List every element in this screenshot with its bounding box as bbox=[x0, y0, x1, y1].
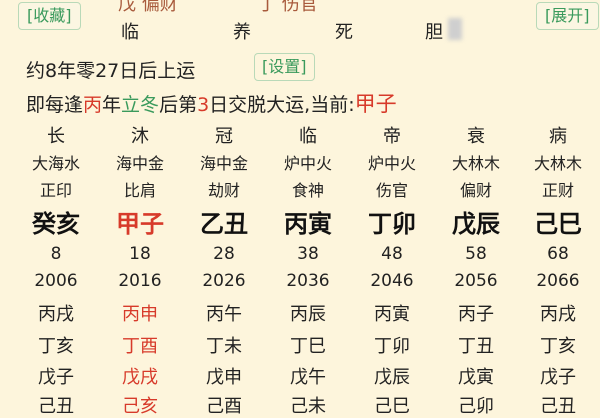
year-pillar-7: 丁亥 bbox=[540, 336, 576, 357]
nayin-3: 海中金 bbox=[199, 154, 248, 173]
nayin-4: 炉中火 bbox=[283, 154, 332, 173]
favorite-button[interactable]: [收藏] bbox=[18, 2, 81, 30]
luck-pillar-1[interactable]: 癸亥 bbox=[14, 204, 98, 239]
year-pillar-6: 丙子 bbox=[458, 304, 494, 325]
year-pillar-7: 丙戌 bbox=[540, 304, 576, 325]
year-pillar-4: 丙辰 bbox=[290, 304, 326, 325]
year-pillar-5: 己巳 bbox=[374, 396, 410, 417]
start-year-1: 2006 bbox=[34, 271, 78, 291]
year-pillar-6: 戊寅 bbox=[458, 367, 494, 388]
year-pillar-3: 戊申 bbox=[206, 367, 242, 388]
year-pillar-6: 己卯 bbox=[458, 396, 494, 417]
rule-mid1: 年 bbox=[102, 94, 122, 116]
year-pillar-2: 己亥 bbox=[122, 396, 158, 417]
luck-pillar-6[interactable]: 戊辰 bbox=[434, 204, 518, 239]
ten-god-1: 正印 bbox=[39, 181, 72, 200]
ten-god-6: 偏财 bbox=[459, 181, 492, 200]
partial-stem-right: 丁 伤官 bbox=[258, 0, 318, 15]
luck-rule-line: 即每逢丙年立冬后第3日交脱大运,当前:甲子 bbox=[26, 88, 397, 118]
year-pillar-2: 丙申 bbox=[122, 304, 158, 325]
phase-4: 临 bbox=[299, 126, 317, 147]
start-year-4: 2036 bbox=[286, 271, 330, 291]
ten-god-7: 正财 bbox=[541, 181, 574, 200]
phase-7: 病 bbox=[549, 126, 567, 147]
start-year-3: 2026 bbox=[202, 271, 246, 291]
start-luck-text: 约8年零27日后上运 bbox=[26, 60, 196, 82]
ten-god-5: 伤官 bbox=[375, 181, 408, 200]
start-year-7: 2066 bbox=[536, 271, 580, 291]
start-year-2: 2016 bbox=[118, 271, 162, 291]
top-phase-3: 死 bbox=[335, 22, 353, 43]
partial-stem-left: 戊 偏财 bbox=[118, 0, 178, 15]
rule-day: 3 bbox=[197, 94, 210, 116]
phase-1: 长 bbox=[47, 126, 65, 147]
ten-god-2: 比肩 bbox=[123, 181, 156, 200]
start-age-3: 28 bbox=[213, 244, 235, 264]
year-pillar-1: 己丑 bbox=[38, 396, 74, 417]
luck-pillar-2[interactable]: 甲子 bbox=[98, 204, 182, 239]
top-phase-2: 养 bbox=[233, 22, 251, 43]
rule-suffix: 日交脱大运,当前: bbox=[209, 94, 355, 116]
year-pillar-4: 戊午 bbox=[290, 367, 326, 388]
start-year-6: 2056 bbox=[454, 271, 498, 291]
nayin-7: 大林木 bbox=[533, 154, 582, 173]
start-age-5: 48 bbox=[381, 244, 403, 264]
rule-prefix: 即每逢 bbox=[26, 94, 84, 116]
phase-6: 衰 bbox=[467, 126, 485, 147]
nayin-6: 大林木 bbox=[451, 154, 500, 173]
phase-3: 冠 bbox=[215, 126, 233, 147]
ten-god-3: 劫财 bbox=[207, 181, 240, 200]
year-pillar-3: 丁未 bbox=[206, 336, 242, 357]
year-pillar-1: 丙戌 bbox=[38, 304, 74, 325]
settings-button[interactable]: [设置] bbox=[254, 53, 315, 81]
year-pillar-5: 戊辰 bbox=[374, 367, 410, 388]
current-luck: 甲子 bbox=[354, 92, 397, 116]
start-age-1: 8 bbox=[50, 244, 62, 264]
blur-overlay bbox=[448, 18, 462, 40]
luck-pillar-5[interactable]: 丁卯 bbox=[350, 204, 434, 239]
year-pillar-2: 戊戌 bbox=[122, 367, 158, 388]
luck-pillar-3[interactable]: 乙丑 bbox=[182, 204, 266, 239]
start-age-7: 68 bbox=[547, 244, 569, 264]
year-pillar-7: 戊子 bbox=[540, 367, 576, 388]
ten-god-4: 食神 bbox=[291, 181, 324, 200]
year-pillar-4: 丁巳 bbox=[290, 336, 326, 357]
rule-mid2: 后第 bbox=[159, 94, 198, 116]
top-phase-1: 临 bbox=[121, 22, 139, 43]
nayin-5: 炉中火 bbox=[367, 154, 416, 173]
nayin-2: 海中金 bbox=[115, 154, 164, 173]
expand-button[interactable]: [展开] bbox=[536, 2, 599, 30]
year-pillar-7: 己丑 bbox=[540, 396, 576, 417]
year-pillar-5: 丁卯 bbox=[374, 336, 410, 357]
rule-stem: 丙 bbox=[83, 94, 103, 116]
luck-pillar-4[interactable]: 丙寅 bbox=[266, 204, 350, 239]
year-pillar-1: 丁亥 bbox=[38, 336, 74, 357]
start-year-5: 2046 bbox=[370, 271, 414, 291]
start-age-2: 18 bbox=[129, 244, 151, 264]
phase-5: 帝 bbox=[383, 126, 401, 147]
luck-pillar-7[interactable]: 己巳 bbox=[516, 204, 600, 239]
start-age-4: 38 bbox=[297, 244, 319, 264]
rule-term: 立冬 bbox=[121, 94, 160, 116]
start-age-6: 58 bbox=[465, 244, 487, 264]
year-pillar-6: 丁丑 bbox=[458, 336, 494, 357]
year-pillar-4: 己未 bbox=[290, 396, 326, 417]
year-pillar-3: 丙午 bbox=[206, 304, 242, 325]
nayin-1: 大海水 bbox=[31, 154, 80, 173]
phase-2: 沐 bbox=[131, 126, 149, 147]
year-pillar-2: 丁酉 bbox=[122, 336, 158, 357]
top-phase-4: 胆 bbox=[425, 22, 443, 43]
year-pillar-3: 己酉 bbox=[206, 396, 242, 417]
year-pillar-5: 丙寅 bbox=[374, 304, 410, 325]
year-pillar-1: 戊子 bbox=[38, 367, 74, 388]
